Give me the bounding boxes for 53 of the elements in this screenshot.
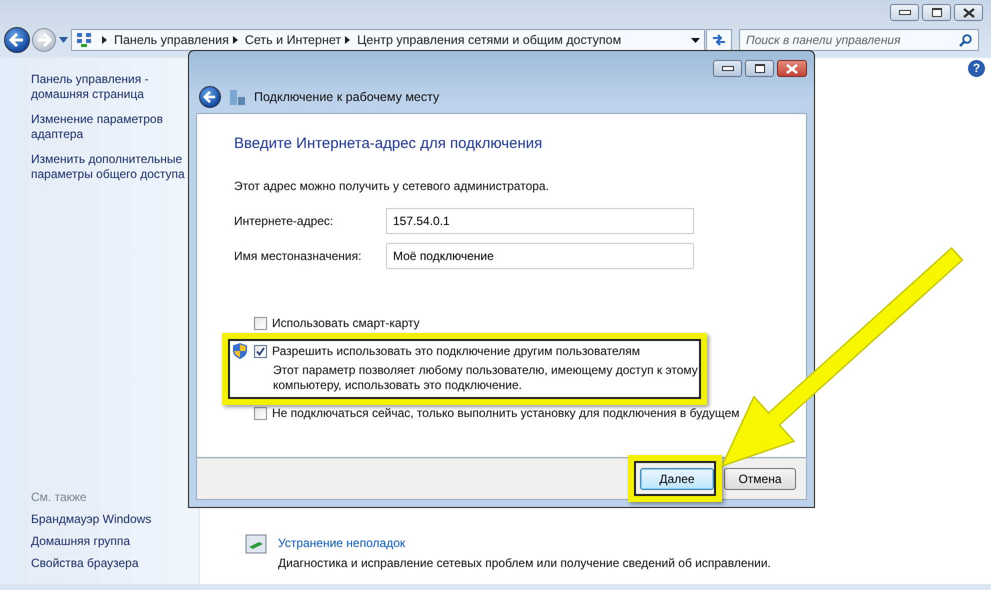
dropdown-icon[interactable] bbox=[691, 38, 700, 42]
help-button[interactable]: ? bbox=[968, 60, 985, 77]
address-bar[interactable]: Панель управления Сеть и Интернет Центр управления сетями и общим доступом bbox=[71, 29, 705, 51]
arrow-right-icon bbox=[36, 33, 52, 47]
checkbox-label[interactable]: Разрешить использовать это подключение другим пользователям bbox=[272, 344, 640, 358]
troubleshoot-icon bbox=[245, 534, 267, 554]
breadcrumb-item[interactable]: Центр управления сетями и общим доступом bbox=[357, 33, 622, 47]
minimize-button[interactable] bbox=[890, 4, 919, 21]
field-label: Имя местоназначения: bbox=[234, 249, 362, 263]
checkbox-label[interactable]: Использовать смарт-карту bbox=[272, 316, 420, 330]
maximize-button[interactable] bbox=[745, 60, 774, 77]
search-icon bbox=[959, 34, 972, 47]
minimize-button[interactable] bbox=[713, 60, 742, 77]
dialog-title: Подключение к рабочему месту bbox=[254, 90, 440, 104]
see-also-heading: См. также bbox=[31, 490, 88, 504]
search-field[interactable]: Поиск в панели управления bbox=[739, 29, 979, 51]
input-field[interactable]: 157.54.0.1 bbox=[386, 208, 694, 234]
dialog-button[interactable]: Отмена bbox=[724, 468, 796, 490]
input-field[interactable]: Моё подключение bbox=[386, 243, 694, 269]
chevron-icon[interactable] bbox=[232, 36, 238, 44]
checkmark-icon bbox=[256, 346, 265, 356]
maximize-button[interactable] bbox=[922, 4, 951, 21]
close-button[interactable] bbox=[777, 60, 807, 77]
shield-icon bbox=[233, 343, 247, 359]
hint-text: Этот адрес можно получить у сетевого администратора. bbox=[234, 179, 550, 193]
sidebar-link[interactable]: Домашняя группа bbox=[31, 534, 199, 548]
sidebar-link[interactable]: Свойства браузера bbox=[31, 556, 199, 570]
checkbox-label[interactable]: Не подключаться сейчас, только выполнить установку для подключения в будущем bbox=[272, 406, 740, 420]
breadcrumb-item[interactable]: Панель управления bbox=[114, 33, 229, 47]
dialog-button[interactable]: Далее bbox=[640, 468, 714, 490]
option-description: Этот параметр позволяет любому пользователю, имеющему доступ к этому компьютеру, использовать это подключение. bbox=[272, 363, 699, 393]
field-label: Интернете-адрес: bbox=[234, 214, 334, 228]
troubleshoot-description: Диагностика и исправление сетевых проблем или получение сведений об исправлении. bbox=[278, 556, 771, 570]
sidebar-link[interactable]: Брандмауэр Windows bbox=[31, 512, 199, 526]
buildings-icon bbox=[229, 89, 246, 105]
close-icon bbox=[962, 8, 974, 18]
refresh-button[interactable] bbox=[706, 29, 732, 51]
dialog-heading: Введите Интернета-адрес для подключения bbox=[234, 135, 544, 152]
checkbox[interactable] bbox=[254, 406, 267, 420]
network-icon bbox=[76, 32, 92, 48]
checkbox[interactable] bbox=[254, 316, 267, 330]
back-button[interactable] bbox=[199, 86, 221, 108]
back-button[interactable] bbox=[4, 27, 30, 53]
checkbox[interactable] bbox=[254, 344, 267, 358]
arrow-left-icon bbox=[203, 91, 217, 103]
chevron-icon[interactable] bbox=[345, 36, 350, 44]
refresh-icon bbox=[711, 33, 727, 47]
chevron-icon[interactable] bbox=[102, 36, 107, 44]
close-icon bbox=[785, 64, 799, 74]
close-button[interactable] bbox=[954, 4, 983, 21]
arrow-left-icon bbox=[9, 33, 25, 47]
troubleshoot-link[interactable]: Устранение неполадок bbox=[278, 536, 771, 550]
breadcrumb-item[interactable]: Сеть и Интернет bbox=[244, 33, 342, 47]
